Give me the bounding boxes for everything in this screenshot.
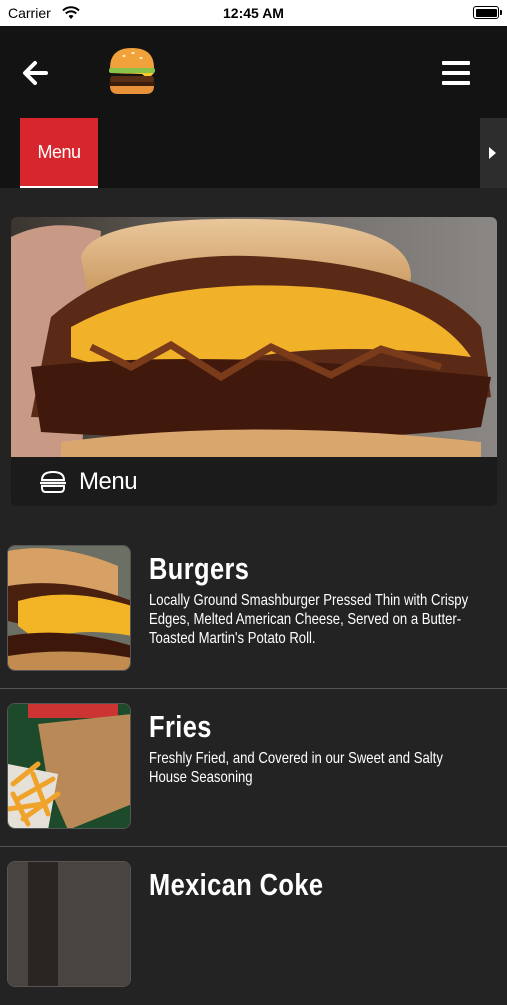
list-item-mexican-coke[interactable]: Mexican Coke [0,847,507,1005]
tab-scroll-right-button[interactable] [480,118,507,188]
tab-menu-label: Menu [37,142,81,162]
status-bar: Carrier 12:45 AM [0,0,507,26]
hero-burger-image [11,217,497,457]
hamburger-menu-icon[interactable] [442,61,470,85]
chevron-right-icon [489,147,496,159]
battery-icon [473,6,502,19]
mexican-coke-thumbnail [7,861,131,987]
tab-menu[interactable]: Menu [20,118,98,188]
item-description: Freshly Fried, and Covered in our Sweet … [149,750,443,786]
item-description: Locally Ground Smashburger Pressed Thin … [149,592,469,647]
burger-logo-icon[interactable] [106,46,158,96]
hero-label: Menu [79,468,138,495]
burger-icon [40,471,66,493]
item-title: Mexican Coke [149,867,324,902]
list-item-fries[interactable]: Fries Freshly Fried, and Covered in our … [0,689,507,847]
item-title: Burgers [149,551,250,586]
item-title: Fries [149,709,212,744]
burgers-thumbnail [7,545,131,671]
hero-card[interactable]: Menu [11,217,497,506]
nav-bar [0,26,507,118]
arrow-left-icon[interactable] [20,58,50,88]
status-time: 12:45 AM [223,5,284,21]
hero-caption: Menu [11,457,497,506]
list-item-burgers[interactable]: Burgers Locally Ground Smashburger Press… [0,531,507,689]
fries-thumbnail [7,703,131,829]
category-tabs: Menu [0,118,480,188]
